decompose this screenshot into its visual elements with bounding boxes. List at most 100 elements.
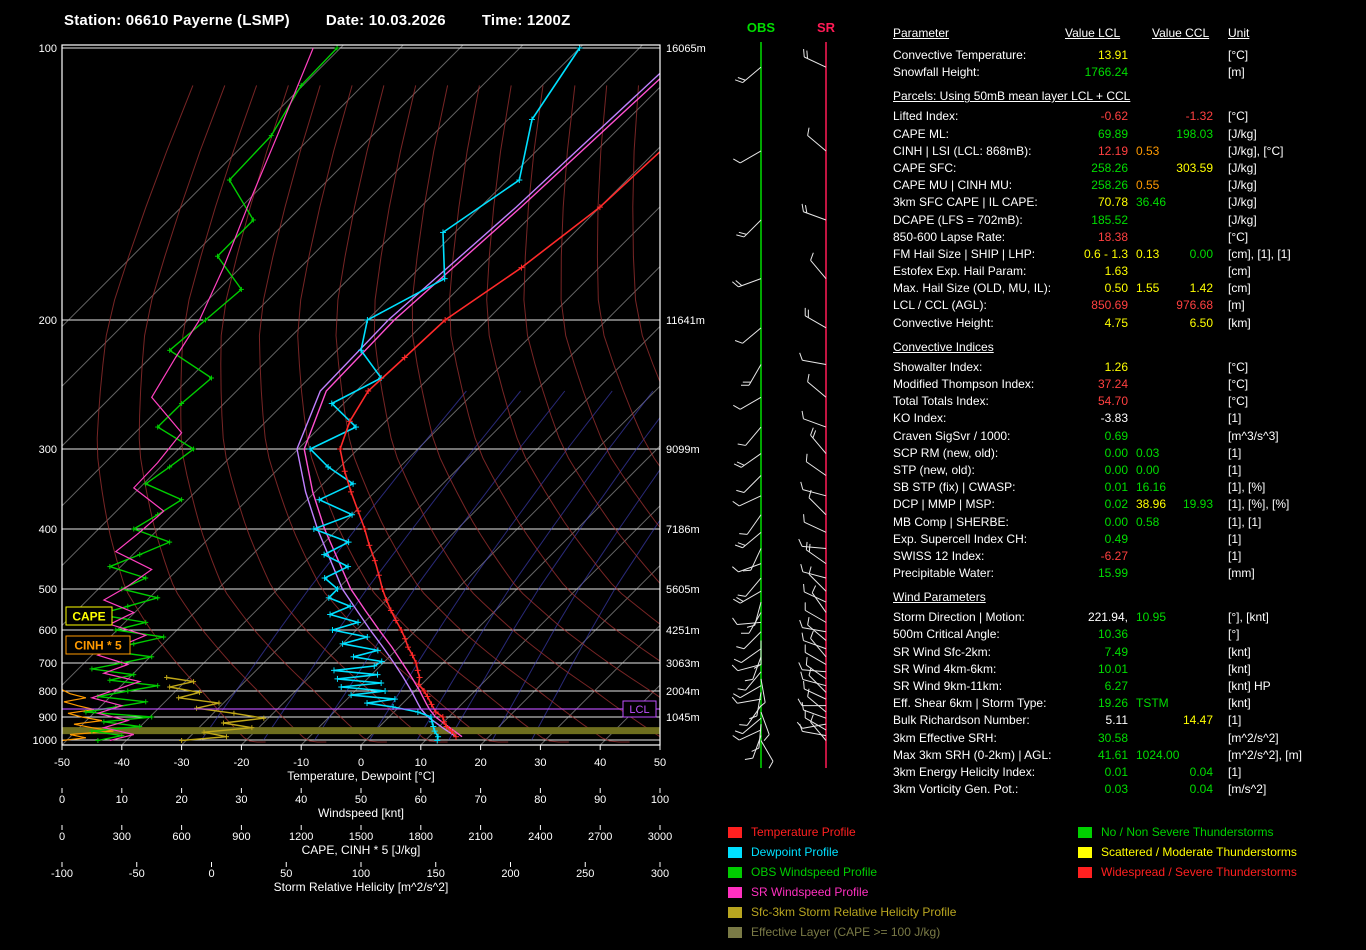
param-value: 1.26 xyxy=(1053,360,1128,374)
svg-text:150: 150 xyxy=(427,868,445,880)
sr-wind-column: SR xyxy=(797,20,835,768)
param-label: STP (new, old): xyxy=(893,463,975,477)
svg-text:100: 100 xyxy=(352,868,370,880)
param-unit: [1], [%] xyxy=(1228,480,1265,494)
svg-text:70: 70 xyxy=(474,794,486,806)
svg-text:30: 30 xyxy=(534,757,546,769)
param-value: 185.52 xyxy=(1053,213,1128,227)
svg-text:10: 10 xyxy=(415,757,427,769)
param-value: 15.99 xyxy=(1053,566,1128,580)
param-value: 303.59 xyxy=(1151,161,1213,175)
legend-swatch xyxy=(1078,867,1092,878)
column-header: Parameter xyxy=(893,26,949,40)
severity-legend: No / Non Severe ThunderstormsScattered /… xyxy=(1078,822,1297,882)
svg-text:16065m: 16065m xyxy=(666,43,706,55)
param-value: 7.49 xyxy=(1053,645,1128,659)
axis-temp: -50-40-30-20-1001020304050Temperature, D… xyxy=(54,745,666,783)
svg-text:700: 700 xyxy=(39,658,57,670)
param-value: 0.00 xyxy=(1053,515,1128,529)
station-label: Station: 06610 Payerne (LSMP) xyxy=(64,12,290,29)
legend-label: Dewpoint Profile xyxy=(751,845,838,859)
param-value: 0.69 xyxy=(1053,429,1128,443)
param-label: Convective Height: xyxy=(893,316,994,330)
legend-swatch xyxy=(1078,827,1092,838)
param-unit: [°C] xyxy=(1228,377,1248,391)
param-value: 41.61 xyxy=(1053,748,1128,762)
param-row: Estofex Exp. Hail Param:1.63[cm] xyxy=(893,264,1358,281)
param-row: STP (new, old):0.000.00[1] xyxy=(893,463,1358,480)
svg-text:80: 80 xyxy=(534,794,546,806)
param-unit: [knt] xyxy=(1228,662,1251,676)
legend-item: No / Non Severe Thunderstorms xyxy=(1078,822,1297,842)
svg-text:CAPE: CAPE xyxy=(72,610,105,624)
param-unit: [1] xyxy=(1228,532,1241,546)
param-value: 0.00 xyxy=(1053,463,1128,477)
param-value: TSTM xyxy=(1136,696,1169,710)
param-unit: [knt] xyxy=(1228,645,1251,659)
legend-item: Sfc-3km Storm Relative Helicity Profile xyxy=(728,902,956,922)
param-label: Bulk Richardson Number: xyxy=(893,713,1030,727)
temperature-profile xyxy=(337,45,774,740)
legend-swatch xyxy=(728,907,742,918)
param-unit: [1], [1] xyxy=(1228,515,1261,529)
svg-text:1200: 1200 xyxy=(289,831,313,843)
param-label: Max. Hail Size (OLD, MU, IL): xyxy=(893,281,1051,295)
svg-text:1800: 1800 xyxy=(409,831,433,843)
param-unit: [J/kg], [°C] xyxy=(1228,144,1283,158)
legend-item: Dewpoint Profile xyxy=(728,842,956,862)
svg-text:-100: -100 xyxy=(51,868,73,880)
param-label: Showalter Index: xyxy=(893,360,982,374)
svg-text:0: 0 xyxy=(59,794,65,806)
param-unit: [°] xyxy=(1228,627,1239,641)
svg-text:1045m: 1045m xyxy=(666,712,700,724)
param-unit: [m] xyxy=(1228,298,1245,312)
param-unit: [1] xyxy=(1228,713,1241,727)
param-unit: [1] xyxy=(1228,463,1241,477)
param-row: 3km SFC CAPE | IL CAPE:70.7836.46[J/kg] xyxy=(893,195,1358,212)
param-value: 0.58 xyxy=(1136,515,1159,529)
svg-text:500: 500 xyxy=(39,584,57,596)
param-unit: [J/kg] xyxy=(1228,213,1257,227)
legend-swatch xyxy=(1078,847,1092,858)
param-row: Total Totals Index:54.70[°C] xyxy=(893,394,1358,411)
table-header-row: ParameterValue LCLValue CCLUnit xyxy=(893,26,1358,48)
param-value: 6.27 xyxy=(1053,679,1128,693)
param-label: Modified Thompson Index: xyxy=(893,377,1034,391)
table-section-header: Parcels: Using 50mB mean layer LCL + CCL xyxy=(893,89,1358,109)
param-value: 10.01 xyxy=(1053,662,1128,676)
svg-text:3063m: 3063m xyxy=(666,658,700,670)
legend-label: No / Non Severe Thunderstorms xyxy=(1101,825,1274,839)
svg-text:60: 60 xyxy=(415,794,427,806)
param-value: 5.11 xyxy=(1053,713,1128,727)
param-row: SR Wind Sfc-2km:7.49[knt] xyxy=(893,645,1358,662)
app-window: LCLCAPECINH * 51002003004005006007008009… xyxy=(0,0,1366,950)
svg-text:600: 600 xyxy=(172,831,190,843)
param-label: CAPE MU | CINH MU: xyxy=(893,178,1012,192)
param-label: CAPE SFC: xyxy=(893,161,956,175)
legend-item: Effective Layer (CAPE >= 100 J/kg) xyxy=(728,922,956,942)
effective-layer-band xyxy=(62,727,660,734)
param-value: -3.83 xyxy=(1053,411,1128,425)
svg-text:7186m: 7186m xyxy=(666,524,700,536)
legend-label: Sfc-3km Storm Relative Helicity Profile xyxy=(751,905,956,919)
param-label: Snowfall Height: xyxy=(893,65,980,79)
param-value: 198.03 xyxy=(1151,127,1213,141)
svg-text:-20: -20 xyxy=(233,757,249,769)
param-row: Storm Direction | Motion:221.94,10.95[°]… xyxy=(893,610,1358,627)
svg-text:-30: -30 xyxy=(174,757,190,769)
svg-text:1500: 1500 xyxy=(349,831,373,843)
svg-text:CAPE, CINH * 5 [J/kg]: CAPE, CINH * 5 [J/kg] xyxy=(302,843,421,857)
param-label: MB Comp | SHERBE: xyxy=(893,515,1009,529)
chart-legend: Temperature Profile Dewpoint Profile OBS W… xyxy=(728,822,956,942)
param-value: 1766.24 xyxy=(1053,65,1128,79)
param-label: SWISS 12 Index: xyxy=(893,549,984,563)
svg-text:CINH * 5: CINH * 5 xyxy=(74,639,122,653)
svg-text:Temperature, Dewpoint [°C]: Temperature, Dewpoint [°C] xyxy=(287,769,435,783)
axis-cape: 03006009001200150018002100240027003000CA… xyxy=(59,825,672,857)
legend-item: OBS Windspeed Profile xyxy=(728,862,956,882)
param-label: LCL / CCL (AGL): xyxy=(893,298,987,312)
column-header: Unit xyxy=(1228,26,1249,40)
param-unit: [J/kg] xyxy=(1228,178,1257,192)
legend-item: Temperature Profile xyxy=(728,822,956,842)
param-unit: [m^2/s^2], [m] xyxy=(1228,748,1302,762)
